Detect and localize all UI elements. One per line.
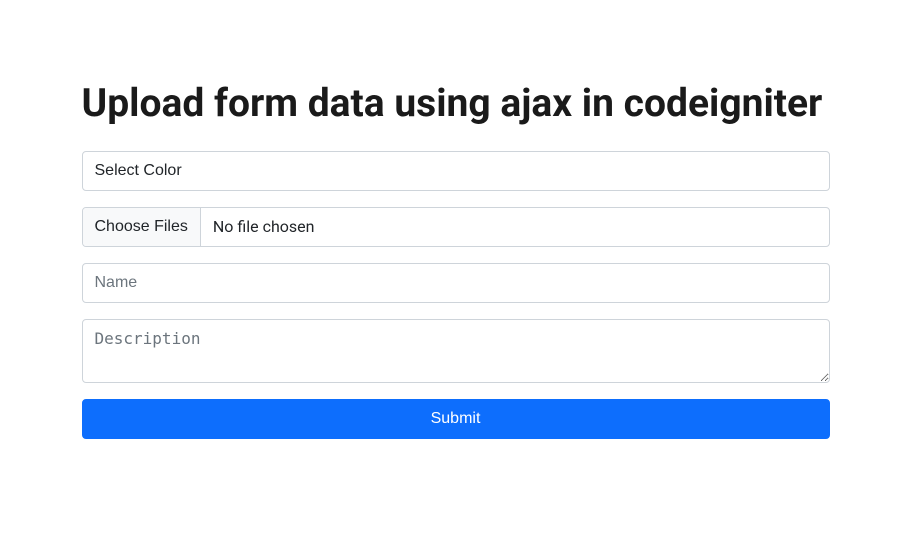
form-container: Upload form data using ajax in codeignit… xyxy=(67,80,845,439)
name-input[interactable] xyxy=(82,263,830,303)
description-textarea[interactable] xyxy=(82,319,830,383)
submit-button[interactable]: Submit xyxy=(82,399,830,439)
file-status-text: No file chosen xyxy=(201,208,829,246)
upload-form: Select Color Choose Files No file chosen… xyxy=(82,151,830,439)
description-group xyxy=(82,319,830,383)
name-group xyxy=(82,263,830,303)
color-group: Select Color xyxy=(82,151,830,191)
choose-files-button[interactable]: Choose Files xyxy=(83,208,201,246)
file-input[interactable]: Choose Files No file chosen xyxy=(82,207,830,247)
page-title: Upload form data using ajax in codeignit… xyxy=(82,80,830,127)
submit-group: Submit xyxy=(82,399,830,439)
color-select[interactable]: Select Color xyxy=(82,151,830,191)
file-group: Choose Files No file chosen xyxy=(82,207,830,247)
